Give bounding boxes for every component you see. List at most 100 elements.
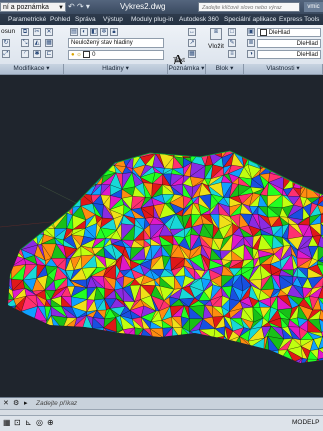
mesh-face: [130, 347, 147, 359]
layer-off-icon[interactable]: ◐: [80, 28, 88, 36]
panel-layers[interactable]: Hladiny ▾: [64, 64, 168, 74]
tab-express-tools[interactable]: Express Tools: [279, 14, 319, 25]
mesh-face: [16, 350, 25, 362]
tab-manage[interactable]: Správa: [75, 14, 96, 25]
insert-label[interactable]: Vložit: [208, 42, 224, 51]
transparency-icon[interactable]: ◑: [247, 50, 255, 58]
mesh-face: [92, 328, 103, 339]
undo-icon[interactable]: ↶: [68, 2, 75, 11]
color-select[interactable]: DleHlad: [257, 28, 321, 37]
user-label: vmic: [307, 4, 319, 10]
tab-view[interactable]: Pohled: [50, 14, 70, 25]
scale-icon[interactable]: ⤢: [2, 50, 10, 58]
mesh-face: [300, 145, 310, 153]
mesh-face: [130, 359, 146, 371]
drawing-viewport[interactable]: [0, 75, 323, 397]
mesh-face: [95, 351, 102, 360]
document-title: Vykres2.dwg: [120, 1, 166, 13]
ortho-icon[interactable]: ⊾: [25, 418, 32, 427]
move-label[interactable]: osun: [1, 27, 15, 36]
stretch-icon[interactable]: ⤡: [21, 39, 29, 47]
search-input[interactable]: Zadejte klíčové slovo nebo výraz: [198, 2, 300, 12]
offset-icon[interactable]: ⊏: [45, 50, 53, 58]
trim-icon[interactable]: ✂: [33, 28, 41, 36]
panel-annotation[interactable]: Poznámka ▾: [168, 64, 206, 74]
mesh-face: [56, 350, 66, 360]
snap-icon[interactable]: ⊡: [14, 418, 21, 427]
polar-icon[interactable]: ◎: [36, 418, 43, 427]
mesh-face: [61, 165, 74, 176]
osnap-icon[interactable]: ⊕: [47, 418, 54, 427]
mesh-face: [73, 172, 83, 183]
mesh-face: [248, 347, 260, 363]
workspace-select[interactable]: ní a poznámka ▼: [0, 2, 66, 12]
close-icon[interactable]: ✕: [3, 399, 9, 407]
grid-icon[interactable]: ▦: [3, 418, 11, 427]
settings-icon[interactable]: ⚙: [13, 399, 19, 407]
panel-properties[interactable]: Vlastnosti ▾: [244, 64, 323, 74]
mirror-icon[interactable]: ◭: [33, 39, 41, 47]
table-icon[interactable]: ▦: [188, 50, 196, 58]
linetype-select[interactable]: DleHlad: [257, 39, 321, 48]
tab-output[interactable]: Výstup: [103, 14, 123, 25]
mesh-face: [180, 363, 190, 372]
rotate-icon[interactable]: ↻: [2, 39, 10, 47]
mesh-face: [52, 207, 67, 213]
mesh-face: [269, 154, 282, 163]
redo-icon[interactable]: ↷: [77, 2, 84, 11]
erase-icon[interactable]: ✕: [45, 28, 53, 36]
model-space-button[interactable]: MODELP: [292, 418, 319, 428]
dimension-icon[interactable]: ↔: [188, 28, 196, 36]
mesh-face: [32, 340, 45, 349]
panel-block[interactable]: Blok ▾: [206, 64, 244, 74]
layer-freeze-icon[interactable]: ❄: [100, 28, 108, 36]
create-block-icon[interactable]: □: [228, 28, 236, 36]
leader-icon[interactable]: ↗: [188, 39, 196, 47]
mesh-face: [288, 152, 301, 162]
edit-block-icon[interactable]: ✎: [228, 39, 236, 47]
mesh-face: [318, 359, 323, 372]
mesh-face: [94, 165, 103, 176]
panel-modify[interactable]: Modifikace ▾: [0, 64, 64, 74]
mesh-face: [14, 350, 25, 362]
mesh-face: [0, 227, 6, 240]
more-icon[interactable]: ▾: [86, 2, 90, 11]
lineweight-select[interactable]: DleHlad: [257, 50, 321, 59]
mesh-face: [111, 336, 127, 349]
list-icon[interactable]: ≣: [247, 39, 255, 47]
array-icon[interactable]: ▦: [45, 39, 53, 47]
quick-access-toolbar[interactable]: ↶ ↷ ▾: [68, 2, 108, 12]
layer-select[interactable]: ● ☼ 0: [68, 50, 164, 60]
mesh-face: [3, 166, 16, 178]
mesh-face: [0, 327, 2, 340]
mesh-face: [35, 144, 45, 152]
mesh-face: [34, 321, 44, 330]
mesh-face: [2, 267, 11, 276]
insert-block-icon[interactable]: ⧈: [210, 28, 222, 40]
tab-parametric[interactable]: Parametrické: [8, 14, 46, 25]
layer-state-select[interactable]: Neuložený stav hladiny: [68, 38, 164, 48]
mesh-face: [27, 168, 33, 175]
layer-lock-icon[interactable]: 🔒︎: [110, 28, 118, 36]
mesh-face: [21, 194, 37, 205]
mesh-face: [31, 152, 44, 168]
mesh-face: [92, 328, 102, 341]
block-attribute-icon[interactable]: ≡: [228, 50, 236, 58]
mesh-face: [92, 360, 104, 368]
layer-isolate-icon[interactable]: ◧: [90, 28, 98, 36]
mesh-face: [124, 360, 134, 371]
match-properties-icon[interactable]: ▣: [247, 28, 255, 36]
mesh-face: [2, 185, 17, 193]
tab-special-apps[interactable]: Speciální aplikace: [224, 14, 276, 25]
copy-icon[interactable]: ⧉: [21, 28, 29, 36]
mesh-face: [52, 326, 65, 340]
explode-icon[interactable]: ✱: [33, 50, 41, 58]
fillet-icon[interactable]: ◜: [21, 50, 29, 58]
tab-autodesk360[interactable]: Autodesk 360: [179, 14, 219, 25]
mesh-face: [43, 142, 55, 152]
tab-plugins[interactable]: Moduly plug-in: [131, 14, 173, 25]
mesh-face: [269, 153, 283, 163]
layer-properties-icon[interactable]: ▤: [70, 28, 78, 36]
mesh-face: [81, 350, 96, 357]
user-button[interactable]: vmic: [304, 2, 323, 12]
